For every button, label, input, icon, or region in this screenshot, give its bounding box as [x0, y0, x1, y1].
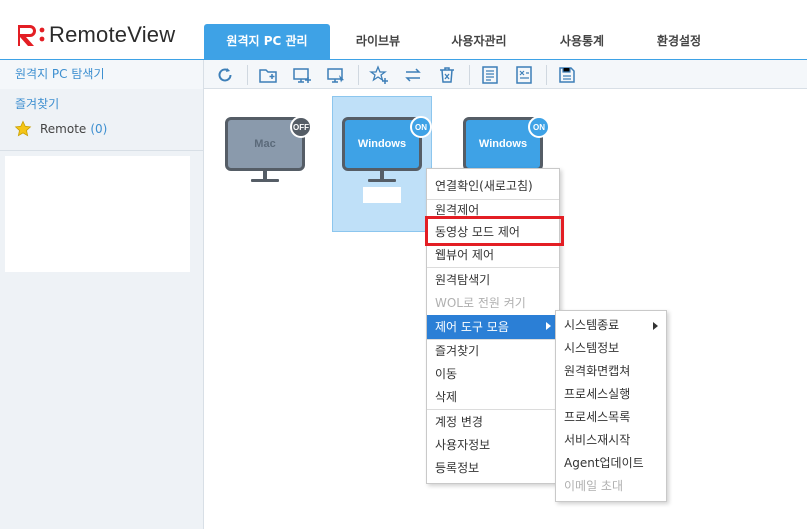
monitor-stand — [263, 171, 267, 179]
explorer-title: 원격지 PC 탐색기 — [0, 60, 204, 89]
pc-label: Windows — [357, 138, 407, 150]
toolbar-divider — [358, 64, 359, 85]
properties-icon[interactable] — [478, 64, 502, 86]
submenu-item-agent-update[interactable]: Agent업데이트 — [556, 452, 666, 475]
menu-item-label: 제어 도구 모음 — [435, 320, 509, 334]
monitor-base — [368, 179, 396, 182]
menu-divider — [427, 409, 559, 410]
menu-item-wol-power-on: WOL로 전원 켜기 — [435, 296, 526, 310]
add-pc-icon[interactable] — [290, 64, 314, 86]
save-icon[interactable] — [555, 64, 579, 86]
submenu-item-shutdown[interactable]: 시스템종료 — [556, 314, 666, 337]
menu-item-change-account[interactable]: 계정 변경 — [427, 411, 559, 433]
menu-item-favorites[interactable]: 즐겨찾기 — [427, 340, 559, 362]
toolbar-divider — [546, 64, 547, 85]
sidebar: 즐겨찾기 Remote (0) — [0, 89, 204, 529]
tab-settings[interactable]: 환경설정 — [632, 24, 726, 59]
tab-liveview[interactable]: 라이브뷰 — [330, 24, 426, 59]
new-folder-icon[interactable] — [256, 64, 280, 86]
monitor-base — [251, 179, 279, 182]
refresh-icon[interactable] — [213, 64, 237, 86]
submenu-item-label: 시스템종료 — [564, 318, 620, 332]
submenu-arrow-icon — [653, 322, 658, 330]
star-icon — [14, 120, 32, 137]
submenu-item-screen-capture[interactable]: 원격화면캡쳐 — [556, 360, 666, 383]
favorite-item-remote[interactable]: Remote (0) — [14, 120, 107, 138]
menu-item-control-tools[interactable]: 제어 도구 모음 — [427, 315, 559, 339]
menu-item-user-info[interactable]: 사용자정보 — [427, 434, 559, 456]
favorites-title[interactable]: 즐겨찾기 — [15, 95, 59, 112]
menu-item-move[interactable]: 이동 — [427, 363, 559, 385]
sub-bar: 원격지 PC 탐색기 — [0, 59, 807, 89]
tab-user-management[interactable]: 사용자관리 — [426, 24, 532, 59]
highlight-box — [425, 216, 564, 246]
control-tools-submenu: 시스템종료 시스템정보 원격화면캡쳐 프로세스실행 프로세스목록 서비스재시작 … — [555, 310, 667, 502]
pc-item-windows-selected[interactable]: Windows ON — [332, 96, 432, 232]
submenu-item-process-list[interactable]: 프로세스목록 — [556, 406, 666, 429]
sidebar-divider — [0, 150, 204, 151]
menu-item-properties[interactable]: 등록정보 — [427, 457, 559, 479]
menu-divider — [427, 267, 559, 268]
main-tabs: 원격지 PC 관리 라이브뷰 사용자관리 사용통계 환경설정 — [204, 24, 726, 59]
favorite-item-label: Remote — [40, 122, 87, 136]
logo-text: RemoteView — [49, 22, 176, 47]
pc-name-field[interactable] — [363, 187, 401, 203]
menu-item-delete[interactable]: 삭제 — [427, 386, 559, 408]
status-badge: ON — [528, 116, 550, 138]
toolbar-divider — [247, 64, 248, 85]
submenu-arrow-icon — [546, 322, 551, 330]
toolbar — [205, 60, 589, 89]
toolbar-divider — [469, 64, 470, 85]
status-badge: OFF — [290, 116, 312, 138]
move-icon[interactable] — [401, 64, 425, 86]
submenu-item-run-process[interactable]: 프로세스실행 — [556, 383, 666, 406]
submenu-item-system-info[interactable]: 시스템정보 — [556, 337, 666, 360]
export-icon[interactable] — [512, 64, 536, 86]
menu-item-remote-explorer[interactable]: 원격탐색기 — [427, 269, 559, 291]
menu-item-webviewer-control[interactable]: 웹뷰어 제어 — [427, 244, 559, 266]
status-badge: ON — [410, 116, 432, 138]
submenu-item-email-invite: 이메일 초대 — [564, 479, 624, 493]
tab-remote-pc-management[interactable]: 원격지 PC 관리 — [204, 24, 330, 59]
add-favorite-icon[interactable] — [367, 64, 391, 86]
logo: RemoteView — [15, 22, 175, 48]
menu-item-refresh[interactable]: 연결확인(새로고침) — [427, 175, 559, 197]
header: RemoteView 원격지 PC 관리 라이브뷰 사용자관리 사용통계 환경설… — [0, 0, 807, 59]
remote-control-icon[interactable] — [324, 64, 348, 86]
pc-item-mac[interactable]: Mac OFF — [219, 97, 319, 227]
favorite-item-count: (0) — [90, 122, 108, 136]
submenu-item-restart-service[interactable]: 서비스재시작 — [556, 429, 666, 452]
remoteview-logo-icon — [18, 25, 45, 46]
delete-icon[interactable] — [435, 64, 459, 86]
tab-usage-statistics[interactable]: 사용통계 — [532, 24, 632, 59]
sidebar-panel — [5, 156, 190, 272]
monitor-stand — [380, 171, 384, 179]
